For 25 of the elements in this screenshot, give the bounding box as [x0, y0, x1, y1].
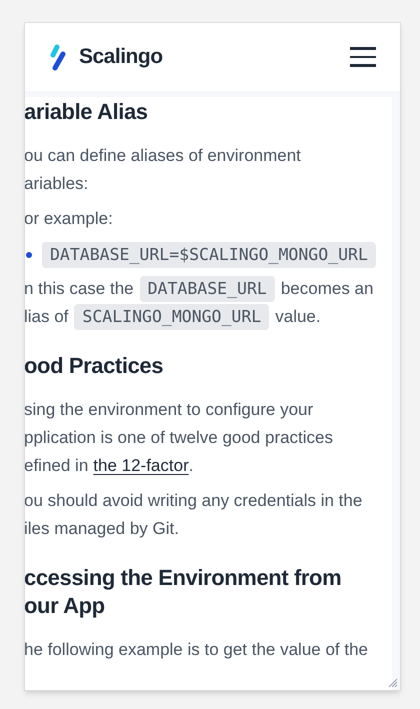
body-text: ou can define aliases of environment: [25, 145, 301, 168]
body-text: n this case the: [25, 278, 134, 300]
menu-icon[interactable]: [350, 47, 376, 67]
body-text: becomes an: [280, 278, 374, 300]
body-text: ariables:: [25, 173, 88, 196]
section-heading: ccessing the Environment from our App: [25, 564, 342, 620]
inline-code: DATABASE_URL: [140, 276, 275, 302]
body-text: or example:: [25, 208, 113, 230]
body-text: .: [188, 455, 194, 478]
body-text: pplication is one of twelve good practices: [25, 427, 334, 450]
logo-icon: [49, 42, 67, 72]
body-text: iles managed by Git.: [25, 518, 179, 540]
bullet-icon: [26, 252, 32, 258]
body-text: lias of: [25, 306, 68, 328]
inline-code: DATABASE_URL=$SCALINGO_MONGO_URL: [42, 242, 376, 268]
resize-handle-icon[interactable]: [386, 676, 398, 688]
section-heading: ood Practices: [25, 352, 164, 380]
body-text: he following example is to get the value of the: [25, 639, 368, 662]
body-text: value.: [275, 306, 321, 328]
body-text: efined in: [25, 455, 88, 478]
body-text: ou should avoid writing any credentials in the: [25, 490, 362, 512]
link[interactable]: the 12-factor: [93, 453, 189, 479]
section-heading: ariable Alias: [25, 98, 149, 126]
inline-code: SCALINGO_MONGO_URL: [74, 304, 270, 330]
brand-name: Scalingo: [79, 44, 163, 70]
